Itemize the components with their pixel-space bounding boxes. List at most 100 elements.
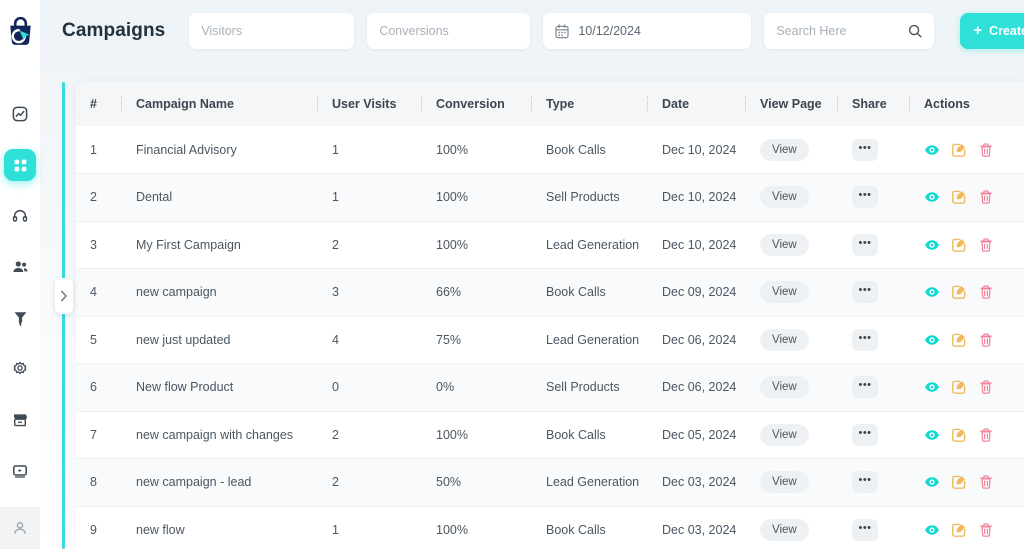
edit-icon[interactable] [951,142,967,158]
edit-icon[interactable] [951,474,967,490]
trash-icon[interactable] [978,189,994,205]
table-row[interactable]: 7new campaign with changes2100%Book Call… [76,411,1024,459]
cell-campaign-name[interactable]: My First Campaign [122,221,318,269]
view-page-button[interactable]: View [760,329,809,351]
app-logo[interactable] [0,0,40,62]
share-button[interactable]: ••• [852,376,878,398]
column-header-date[interactable]: Date [648,82,746,126]
users-icon [12,259,29,275]
conversions-input[interactable]: Conversions [367,13,530,49]
search-icon[interactable] [908,24,922,38]
edit-icon[interactable] [951,379,967,395]
eye-icon[interactable] [924,522,940,538]
eye-icon[interactable] [924,427,940,443]
view-page-button[interactable]: View [760,139,809,161]
edit-icon[interactable] [951,522,967,538]
view-page-button[interactable]: View [760,234,809,256]
share-button[interactable]: ••• [852,519,878,541]
table-row[interactable]: 5new just updated475%Lead GenerationDec … [76,316,1024,364]
share-button[interactable]: ••• [852,424,878,446]
cell-actions [910,506,1024,549]
visitors-input[interactable]: Visitors [189,13,354,49]
sidebar-item-contacts[interactable] [4,251,36,283]
trash-icon[interactable] [978,379,994,395]
cell-campaign-name[interactable]: new campaign with changes [122,411,318,459]
column-header-num[interactable]: # [76,82,122,126]
table-scroll-rail[interactable] [62,82,65,549]
create-new-button[interactable]: + Create New [960,13,1024,49]
cell-type: Lead Generation [532,459,648,507]
edit-icon[interactable] [951,284,967,300]
cell-campaign-name[interactable]: Financial Advisory [122,126,318,174]
sidebar-item-videos[interactable] [4,455,36,487]
search-input[interactable]: Search Here [764,13,934,49]
cell-campaign-name[interactable]: New flow Product [122,364,318,412]
sidebar-item-account[interactable] [0,507,40,549]
share-button[interactable]: ••• [852,329,878,351]
trash-icon[interactable] [978,284,994,300]
share-button[interactable]: ••• [852,234,878,256]
column-header-view-page[interactable]: View Page [746,82,838,126]
eye-icon[interactable] [924,332,940,348]
sidebar-item-support[interactable] [4,200,36,232]
share-button[interactable]: ••• [852,471,878,493]
eye-icon[interactable] [924,142,940,158]
edit-icon[interactable] [951,427,967,443]
trash-icon[interactable] [978,142,994,158]
column-header-actions[interactable]: Actions [910,82,1024,126]
view-page-button[interactable]: View [760,376,809,398]
trash-icon[interactable] [978,237,994,253]
table-row[interactable]: 8new campaign - lead250%Lead GenerationD… [76,459,1024,507]
store-icon [12,412,28,428]
view-page-button[interactable]: View [760,186,809,208]
table-row[interactable]: 2Dental1100%Sell ProductsDec 10, 2024Vie… [76,174,1024,222]
row-actions [924,427,1024,443]
trash-icon[interactable] [978,522,994,538]
column-header-share[interactable]: Share [838,82,910,126]
table-row[interactable]: 6New flow Product00%Sell ProductsDec 06,… [76,364,1024,412]
cell-campaign-name[interactable]: Dental [122,174,318,222]
table-row[interactable]: 1Financial Advisory1100%Book CallsDec 10… [76,126,1024,174]
share-button[interactable]: ••• [852,281,878,303]
sidebar-item-store[interactable] [4,404,36,436]
column-header-conversion[interactable]: Conversion [422,82,532,126]
main-content: Campaigns Visitors Conversions [40,0,1024,549]
cell-campaign-name[interactable]: new campaign [122,269,318,317]
eye-icon[interactable] [924,237,940,253]
trash-icon[interactable] [978,427,994,443]
eye-icon[interactable] [924,284,940,300]
trash-icon[interactable] [978,474,994,490]
cell-campaign-name[interactable]: new campaign - lead [122,459,318,507]
sidebar-item-campaigns[interactable] [4,149,36,181]
view-page-button[interactable]: View [760,471,809,493]
share-button[interactable]: ••• [852,186,878,208]
view-page-button[interactable]: View [760,281,809,303]
trash-icon[interactable] [978,332,994,348]
eye-icon[interactable] [924,474,940,490]
sidebar-item-settings[interactable] [4,353,36,385]
edit-icon[interactable] [951,189,967,205]
cell-share: ••• [838,411,910,459]
column-header-type[interactable]: Type [532,82,648,126]
edit-icon[interactable] [951,332,967,348]
cell-share: ••• [838,174,910,222]
table-row[interactable]: 4new campaign366%Book CallsDec 09, 2024V… [76,269,1024,317]
sidebar-expand-toggle[interactable] [55,278,73,314]
eye-icon[interactable] [924,379,940,395]
sidebar-item-analytics[interactable] [4,98,36,130]
cell-campaign-name[interactable]: new just updated [122,316,318,364]
column-header-visits[interactable]: User Visits [318,82,422,126]
sidebar-nav [0,62,40,538]
share-button[interactable]: ••• [852,139,878,161]
date-picker[interactable]: 10/12/2024 [543,13,751,49]
sidebar-item-funnels[interactable] [4,302,36,334]
view-page-button[interactable]: View [760,519,809,541]
table-row[interactable]: 3My First Campaign2100%Lead GenerationDe… [76,221,1024,269]
column-header-name[interactable]: Campaign Name [122,82,318,126]
eye-icon[interactable] [924,189,940,205]
view-page-button[interactable]: View [760,424,809,446]
table-row[interactable]: 9new flow1100%Book CallsDec 03, 2024View… [76,506,1024,549]
cell-actions [910,459,1024,507]
edit-icon[interactable] [951,237,967,253]
cell-campaign-name[interactable]: new flow [122,506,318,549]
